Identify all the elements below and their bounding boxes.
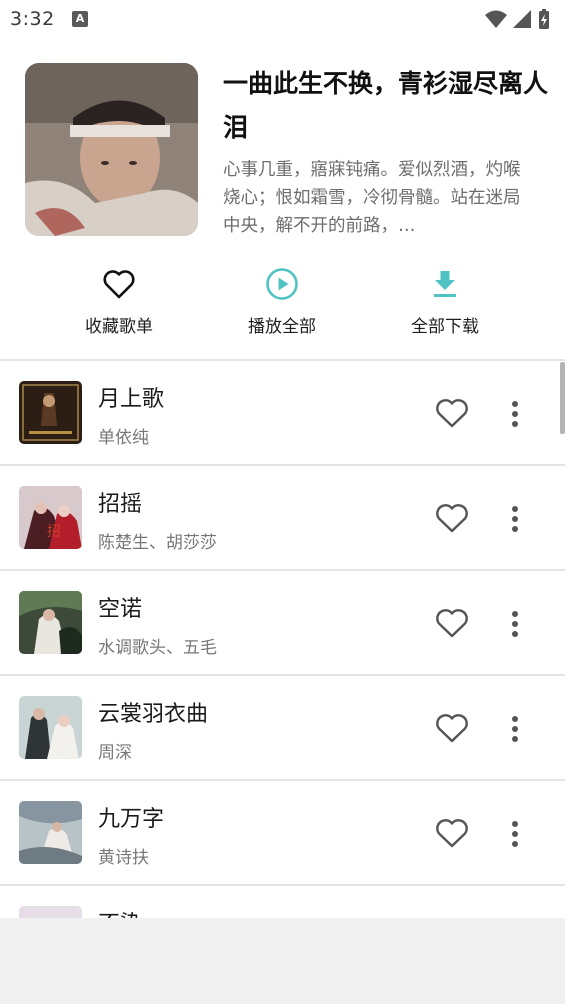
song-title: 不染: [98, 906, 142, 918]
svg-text:招: 招: [47, 524, 61, 540]
scrollbar[interactable]: [560, 362, 565, 434]
song-artist: 陈楚生、胡莎莎: [98, 533, 217, 553]
download-icon: [434, 271, 456, 297]
song-row[interactable]: 月上歌 单依纯: [0, 361, 565, 466]
playlist-title: 一曲此生不换，青衫湿尽离人泪: [223, 69, 549, 142]
song-title: 招摇: [98, 492, 143, 517]
more-vert-icon[interactable]: [505, 819, 525, 849]
song-artist: 黄诗扶: [98, 848, 149, 868]
heart-outline-icon: [103, 270, 135, 299]
playlist-cover: [25, 63, 198, 236]
action-bar: 收藏歌单 播放全部 全部下载: [0, 262, 565, 342]
song-row[interactable]: 招 招摇 陈楚生、胡莎莎: [0, 466, 565, 571]
song-row[interactable]: 空诺 水调歌头、五毛: [0, 571, 565, 676]
song-row[interactable]: 九万字 黄诗扶: [0, 781, 565, 886]
song-list: 月上歌 单依纯 招 招摇 陈楚生、胡莎莎 空诺 水调歌头、五毛 云裳羽衣曲 周深…: [0, 361, 565, 918]
song-title: 九万字: [98, 807, 165, 832]
song-title: 空诺: [98, 597, 143, 622]
playlist-description: 心事几重，寤寐钝痛。爱似烈酒，灼喉烧心；恨如霜雪，冷彻骨髓。站在迷局中央，解不开…: [223, 160, 521, 236]
song-row[interactable]: 云裳羽衣曲 周深: [0, 676, 565, 781]
song-artist: 水调歌头、五毛: [98, 638, 217, 658]
more-vert-icon[interactable]: [505, 504, 525, 534]
song-artist: 周深: [98, 743, 132, 763]
heart-outline-icon[interactable]: [434, 502, 470, 534]
more-vert-icon[interactable]: [505, 609, 525, 639]
song-cover: 招: [19, 486, 82, 549]
status-bar: 3:32 A: [0, 0, 565, 40]
more-vert-icon[interactable]: [505, 714, 525, 744]
status-time: 3:32: [10, 8, 55, 30]
song-artist: 单依纯: [98, 428, 149, 448]
collect-playlist-button[interactable]: 收藏歌单: [49, 262, 189, 342]
collect-playlist-label: 收藏歌单: [85, 317, 153, 337]
heart-outline-icon[interactable]: [434, 397, 470, 429]
song-cover: [19, 801, 82, 864]
song-row[interactable]: 不染: [0, 886, 565, 918]
song-cover: [19, 906, 82, 918]
heart-outline-icon[interactable]: [434, 712, 470, 744]
heart-outline-icon[interactable]: [434, 607, 470, 639]
play-all-button[interactable]: 播放全部: [212, 262, 352, 342]
download-all-button[interactable]: 全部下载: [375, 262, 515, 342]
signal-icon: [513, 10, 531, 28]
heart-outline-icon[interactable]: [434, 817, 470, 849]
status-icons: [485, 9, 549, 29]
battery-icon: [539, 9, 549, 29]
playlist-screen: 3:32 A 一曲此生不换，青衫湿尽离人泪 心事几重，寤寐钝痛。爱似烈酒，灼喉烧…: [0, 0, 565, 918]
song-cover: [19, 696, 82, 759]
wifi-icon: [485, 10, 507, 28]
play-circle-icon: [266, 268, 298, 300]
song-cover: [19, 591, 82, 654]
song-cover: [19, 381, 82, 444]
song-title: 云裳羽衣曲: [98, 702, 209, 727]
song-title: 月上歌: [98, 387, 165, 412]
notification-icon: A: [72, 11, 88, 27]
more-vert-icon[interactable]: [505, 399, 525, 429]
download-all-label: 全部下载: [411, 317, 479, 337]
play-all-label: 播放全部: [248, 317, 316, 337]
